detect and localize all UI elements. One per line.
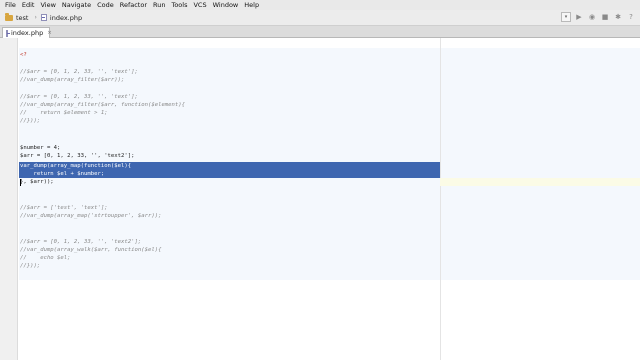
code-line: //$arr = ['test', 'text']; [20,205,108,211]
menu-navigate[interactable]: Navigate [59,0,94,10]
run-icon[interactable]: ▶ [574,12,584,22]
breadcrumb-file[interactable]: index.php [39,13,86,23]
breadcrumb-separator-icon: › [34,14,37,21]
help-icon[interactable]: ? [626,12,636,22]
php-file-icon [40,14,47,21]
menu-edit[interactable]: Edit [19,0,38,10]
settings-icon[interactable]: ✱ [613,12,623,22]
menu-file[interactable]: File [2,0,19,10]
code-line: // return $element > 1; [20,110,108,116]
menu-refactor[interactable]: Refactor [117,0,150,10]
tab-label: index.php [11,29,44,37]
run-toolbar: ▾ ▶ ◉ ■ ✱ ? [561,12,636,22]
menu-bar: File Edit View Navigate Code Refactor Ru… [0,0,640,10]
menu-window[interactable]: Window [210,0,242,10]
code-line: // echo $el; [20,255,71,261]
code-line: //var_dump(array_map('strtoupper', $arr)… [20,213,162,219]
menu-run[interactable]: Run [150,0,168,10]
php-file-icon [6,29,10,37]
code-line: var_dump(array_map(function($el){ [20,163,132,169]
code-line: $arr = [0, 1, 2, 33, '', 'text2']; [20,153,135,159]
code-line: return $el + $number; [20,171,105,177]
right-margin-guide [440,38,441,360]
tab-index-php[interactable]: index.php × [2,27,52,38]
breadcrumb-project[interactable]: test [3,13,32,23]
menu-code[interactable]: Code [94,0,117,10]
debug-icon[interactable]: ◉ [587,12,597,22]
menu-tools[interactable]: Tools [168,0,190,10]
code-line: $number = 4; [20,145,61,151]
close-icon[interactable]: × [47,30,52,36]
run-config-dropdown-icon[interactable]: ▾ [561,12,571,22]
stop-icon[interactable]: ■ [600,12,610,22]
folder-icon [5,13,13,21]
code-line: //var_dump(array_filter($arr)); [20,77,125,83]
code-editor[interactable]: <? //$arr = [0, 1, 2, 33, '', 'text']; /… [0,38,640,360]
code-line: //var_dump(array_walk($arr, function($el… [20,247,162,253]
code-line: //$arr = [0, 1, 2, 33, '', 'text']; [20,69,138,75]
code-line: //var_dump(array_filter($arr, function($… [20,102,186,108]
breadcrumb-file-label: index.php [49,13,83,22]
breadcrumb-project-label: test [16,13,29,22]
code-line: //})); [20,263,41,269]
code-line: <? [20,52,27,58]
navigation-bar: test › index.php ▾ ▶ ◉ ■ ✱ ? [0,10,640,26]
text-cursor [20,179,21,186]
code-line: //$arr = [0, 1, 2, 33, '', 'text']; [20,94,138,100]
editor-tab-bar: index.php × [0,26,640,38]
code-line: //})); [20,118,41,124]
current-line-highlight [440,178,640,186]
menu-vcs[interactable]: VCS [190,0,209,10]
editor-gutter [0,38,18,360]
menu-view[interactable]: View [37,0,58,10]
code-line: //$arr = [0, 1, 2, 33, '', 'text2']; [20,239,142,245]
menu-help[interactable]: Help [241,0,262,10]
code-line: }, $arr)); [20,179,54,185]
